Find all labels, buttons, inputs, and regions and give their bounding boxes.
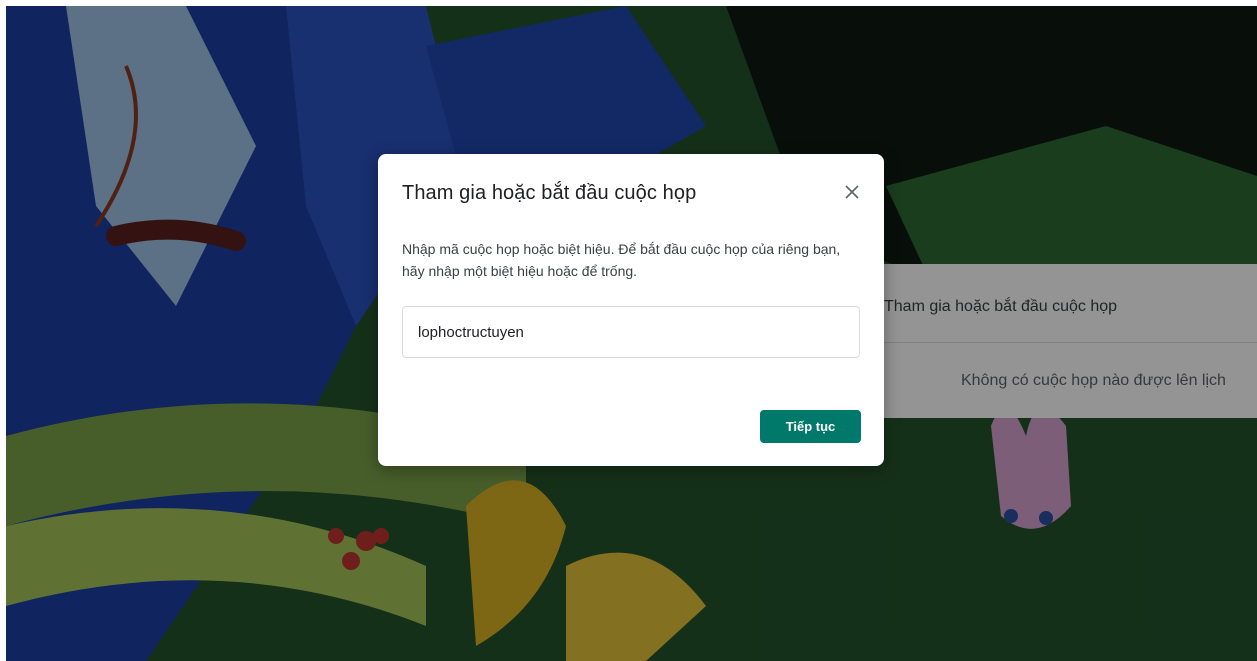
dialog-description: Nhập mã cuộc họp hoặc biệt hiệu. Để bắt … [402,241,841,279]
close-icon [845,185,859,199]
continue-button[interactable]: Tiếp tục [760,410,861,443]
join-meeting-dialog: Tham gia hoặc bắt đầu cuộc họp Nhập mã c… [378,154,884,466]
dialog-title: Tham gia hoặc bắt đầu cuộc họp [402,182,697,204]
close-button[interactable] [836,176,868,208]
meeting-code-input[interactable] [402,306,860,358]
